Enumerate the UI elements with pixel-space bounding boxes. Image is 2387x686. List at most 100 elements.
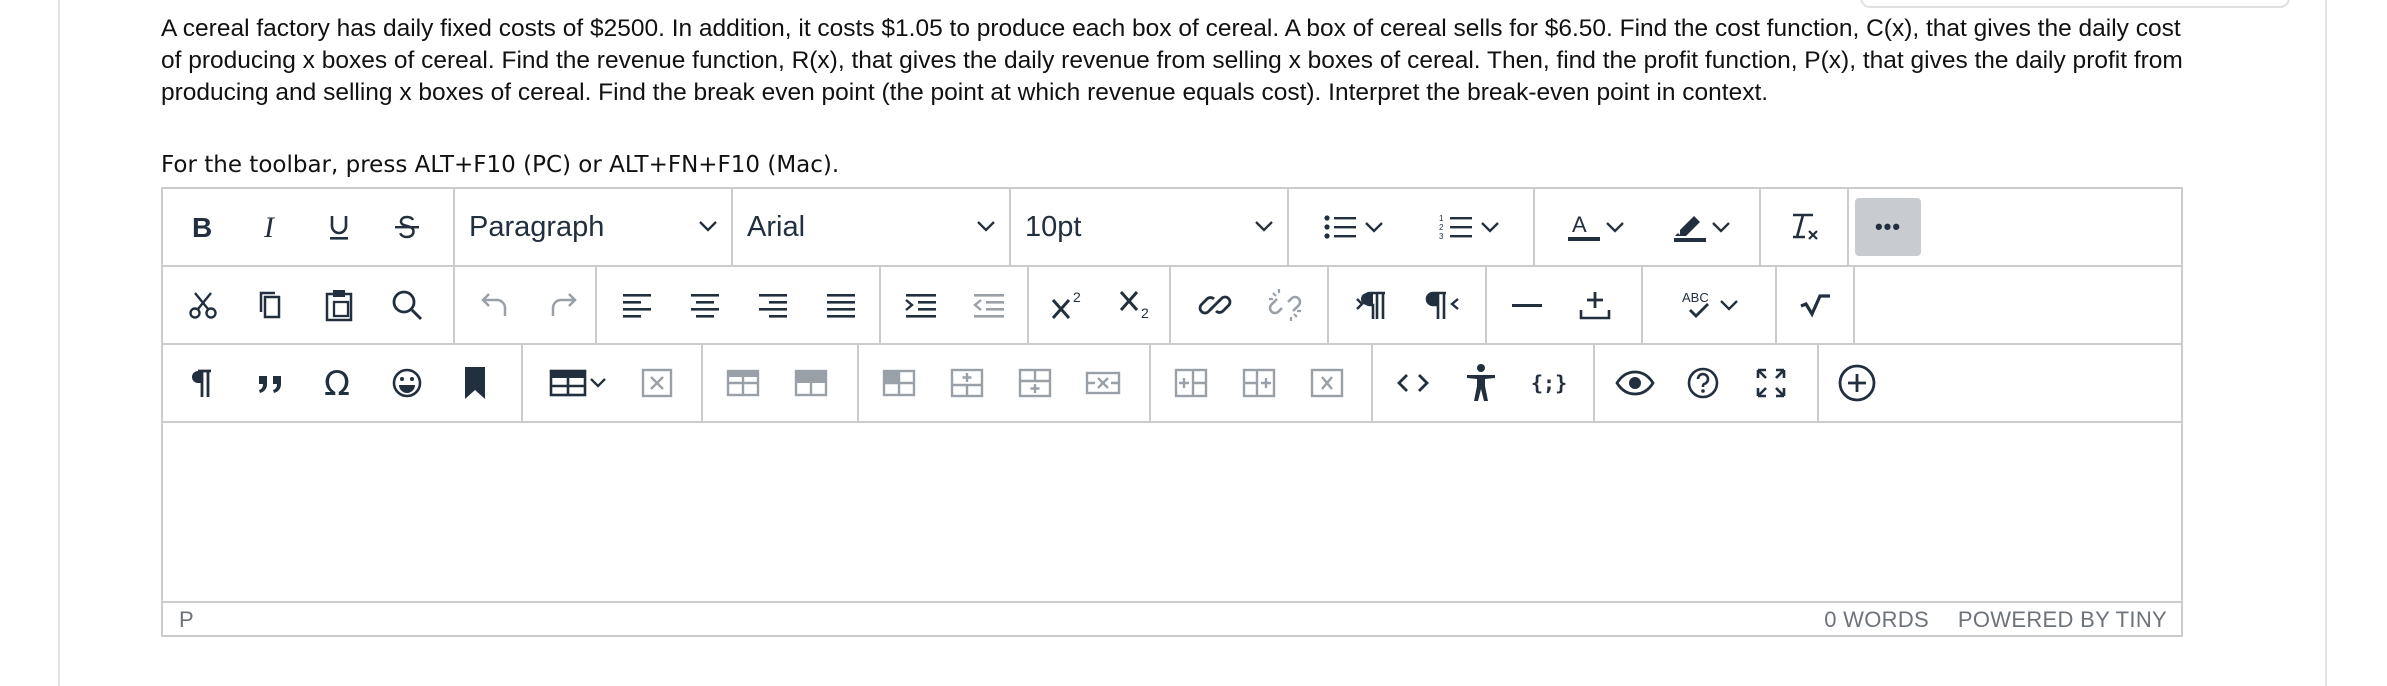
strikethrough-icon: [392, 212, 422, 242]
toolbar-row-3: Ω {;}: [163, 345, 2181, 423]
insert-content-button[interactable]: [1831, 354, 1883, 412]
highlight-color-button[interactable]: [1651, 198, 1751, 256]
smiley-icon: [390, 366, 424, 400]
chevron-down-icon: [588, 375, 608, 391]
source-code-button[interactable]: [1387, 354, 1439, 412]
link-group: [1171, 267, 1329, 343]
special-character-button[interactable]: Ω: [313, 354, 365, 412]
insert-table-button[interactable]: [535, 354, 621, 412]
indent-button[interactable]: [895, 276, 947, 334]
toolbar-row-1: B I Paragraph Arial 10pt 1 2 3 A •••: [163, 189, 2181, 267]
spellcheck-button[interactable]: ABC: [1657, 276, 1761, 334]
emoticons-button[interactable]: [381, 354, 433, 412]
help-button[interactable]: [1677, 354, 1729, 412]
table-row-group: [859, 345, 1151, 421]
insert-column-after-button[interactable]: [1233, 354, 1285, 412]
align-justify-button[interactable]: [815, 276, 867, 334]
insert-group: Ω: [163, 345, 523, 421]
blockquote-button[interactable]: [245, 354, 297, 412]
plus-circle-icon: [1837, 363, 1877, 403]
redo-icon: [547, 290, 579, 320]
row-insert-after-icon: [1017, 366, 1053, 400]
superscript-icon: 2: [1049, 288, 1089, 322]
bold-button[interactable]: B: [177, 198, 229, 256]
more-toolbar-button[interactable]: •••: [1855, 198, 1921, 256]
svg-text:Ω: Ω: [324, 366, 350, 400]
copy-button[interactable]: [245, 276, 297, 334]
fullscreen-button[interactable]: [1745, 354, 1797, 412]
word-count[interactable]: 0 WORDS: [1824, 607, 1929, 633]
svg-text:1: 1: [1439, 214, 1444, 223]
redo-button[interactable]: [537, 276, 589, 334]
clear-formatting-button[interactable]: [1777, 198, 1833, 256]
text-color-button[interactable]: A: [1545, 198, 1645, 256]
paragraph-button[interactable]: [177, 354, 229, 412]
list-group: 123: [1289, 189, 1535, 265]
strikethrough-button[interactable]: [381, 198, 433, 256]
insert-row-before-button[interactable]: [941, 354, 993, 412]
undo-icon: [479, 290, 511, 320]
block-format-dropdown[interactable]: Paragraph: [469, 198, 719, 256]
accessibility-checker-button[interactable]: [1455, 354, 1507, 412]
find-replace-button[interactable]: [381, 276, 433, 334]
page-frame-top: [1860, 0, 2290, 8]
delete-row-button[interactable]: [1077, 354, 1129, 412]
superscript-button[interactable]: 2: [1043, 276, 1095, 334]
bullet-list-button[interactable]: [1301, 198, 1407, 256]
italic-icon: I: [256, 212, 286, 242]
row-properties-button[interactable]: [785, 354, 837, 412]
undo-button[interactable]: [469, 276, 521, 334]
math-equation-button[interactable]: [1789, 276, 1841, 334]
toolbar-hint: For the toolbar, press ALT+F10 (PC) or A…: [161, 152, 840, 178]
misc-group: {;}: [1373, 345, 1595, 421]
svg-text:2: 2: [1439, 223, 1444, 232]
chevron-down-icon: [1718, 297, 1740, 313]
bookmark-button[interactable]: [449, 354, 501, 412]
numbered-list-icon: 123: [1439, 212, 1479, 242]
align-left-icon: [621, 290, 653, 320]
align-center-button[interactable]: [679, 276, 731, 334]
direction-group: [1329, 267, 1487, 343]
editor-content-area[interactable]: [163, 423, 2181, 601]
paste-button[interactable]: [313, 276, 365, 334]
underline-button[interactable]: [313, 198, 365, 256]
insert-column-before-button[interactable]: [1165, 354, 1217, 412]
right-to-left-button[interactable]: [1415, 276, 1471, 334]
align-right-button[interactable]: [747, 276, 799, 334]
quote-icon: [255, 368, 287, 398]
powered-by-link[interactable]: POWERED BY TINY: [1958, 607, 2167, 633]
unlink-button[interactable]: [1257, 276, 1313, 334]
table-properties-button[interactable]: [717, 354, 769, 412]
delete-column-button[interactable]: [1301, 354, 1353, 412]
cell-properties-button[interactable]: [873, 354, 925, 412]
chevron-down-icon: [1604, 219, 1626, 235]
preview-button[interactable]: [1609, 354, 1661, 412]
table-col-group: [1151, 345, 1373, 421]
svg-text:ABC: ABC: [1682, 290, 1709, 305]
spellcheck-icon: ABC: [1678, 288, 1718, 322]
italic-button[interactable]: I: [245, 198, 297, 256]
font-size-dropdown[interactable]: 10pt: [1025, 198, 1275, 256]
horizontal-line-button[interactable]: [1501, 276, 1553, 334]
table-props-group: [703, 345, 859, 421]
insert-row-after-button[interactable]: [1009, 354, 1061, 412]
insert-link-button[interactable]: [1187, 276, 1243, 334]
subscript-button[interactable]: 2: [1111, 276, 1163, 334]
eye-icon: [1615, 368, 1655, 398]
align-right-icon: [757, 290, 789, 320]
outdent-button[interactable]: [963, 276, 1015, 334]
embed-code-button[interactable]: {;}: [1523, 354, 1575, 412]
cut-button[interactable]: [177, 276, 229, 334]
left-to-right-button[interactable]: [1345, 276, 1401, 334]
delete-table-button[interactable]: [631, 354, 683, 412]
align-left-button[interactable]: [611, 276, 663, 334]
nonbreaking-space-button[interactable]: [1569, 276, 1621, 334]
numbered-list-button[interactable]: 123: [1417, 198, 1523, 256]
chevron-down-icon: [975, 218, 997, 239]
element-path[interactable]: P: [179, 607, 194, 633]
block-format-value: Paragraph: [469, 210, 605, 243]
alignment-group: [597, 267, 881, 343]
help-icon: [1686, 366, 1720, 400]
font-family-dropdown[interactable]: Arial: [747, 198, 997, 256]
chevron-down-icon: [1253, 218, 1275, 239]
